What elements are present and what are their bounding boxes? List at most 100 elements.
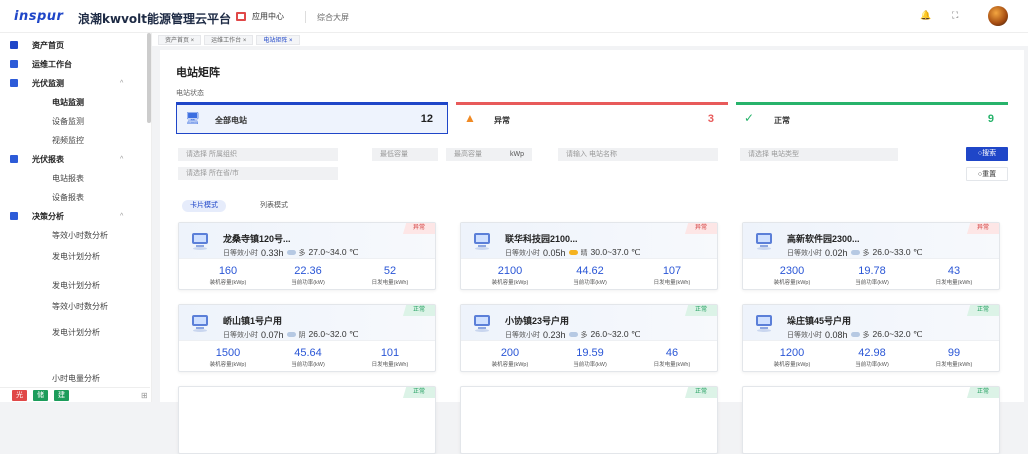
org-select[interactable]: 请选择 所属组织: [178, 148, 338, 161]
sidebar-item-label: 等效小时数分析: [52, 301, 108, 311]
metric-value: 200: [500, 347, 520, 359]
weather-icon: [286, 332, 296, 337]
sidebar-item-label: 视频监控: [52, 135, 84, 145]
station-card[interactable]: 联华科技园2100... 异常 日等效小时 0.05h 晴 30.0~37.0 ℃ 2100…: [460, 222, 718, 290]
station-card[interactable]: 小协镇23号户用 正常 日等效小时 0.23h 多 26.0~32.0 ℃ 200 装机容量(…: [460, 304, 718, 372]
stat-all[interactable]: 🖥 全部电站 12: [176, 102, 448, 134]
station-name[interactable]: 龙桑寺镇120号...: [223, 232, 291, 245]
fullscreen-icon[interactable]: ⛶: [952, 10, 958, 21]
station-card[interactable]: 正常: [742, 386, 1000, 454]
metric-power: 42.98 当前功率(kW): [837, 347, 907, 368]
max-capacity-input[interactable]: 最高容量: [446, 148, 506, 161]
station-card[interactable]: 高新软件园2300... 异常 日等效小时 0.02h 多 26.0~33.0 ℃ 2300…: [742, 222, 1000, 290]
metric-label: 当前功率(kW): [291, 280, 325, 286]
sidebar-item-label: 设备监测: [52, 116, 84, 126]
region-select[interactable]: 请选择 所在省/市: [178, 167, 338, 180]
equivalent-hours: 日等效小时 0.07h 阴 26.0~32.0 ℃: [223, 329, 359, 340]
energy-type-badge[interactable]: 建: [54, 389, 69, 401]
sidebar-item-label: 决策分析: [32, 211, 64, 221]
tab-0[interactable]: 资产首页 ×: [158, 34, 202, 45]
sidebar-item-label: 电站监测: [52, 97, 84, 107]
list-mode-tab[interactable]: 列表模式: [252, 200, 296, 212]
station-status-badge: 正常: [966, 387, 999, 398]
top-header: inspur 浪潮kwvolt能源管理云平台 应用中心 综合大屏 🔔 ⛶: [0, 0, 1028, 33]
station-name[interactable]: 垛庄镇45号户用: [787, 314, 851, 327]
menu-icon[interactable]: ⊞: [141, 391, 148, 400]
station-name[interactable]: 高新软件园2300...: [787, 232, 860, 245]
card-mode-tab[interactable]: 卡片模式: [182, 200, 226, 212]
sidebar-item-8[interactable]: 设备报表: [0, 188, 150, 206]
sidebar-item-2[interactable]: 光伏监测 ^: [0, 74, 150, 92]
station-card[interactable]: 正常: [178, 386, 436, 454]
energy-type-badge[interactable]: 储: [33, 389, 48, 401]
station-name[interactable]: 小协镇23号户用: [505, 314, 569, 327]
station-card[interactable]: 龙桑寺镇120号... 异常 日等效小时 0.33h 多 27.0~34.0 ℃ 160 装机…: [178, 222, 436, 290]
sidebar-item-4[interactable]: 设备监测: [0, 112, 150, 130]
station-card[interactable]: 垛庄镇45号户用 正常 日等效小时 0.08h 多 26.0~32.0 ℃ 1200 装机容量…: [742, 304, 1000, 372]
analysis-icon: [10, 212, 18, 220]
sidebar-item-11[interactable]: 发电计划分析: [0, 247, 150, 265]
equivalent-hours: 日等效小时 0.23h 多 26.0~32.0 ℃: [505, 329, 641, 340]
station-icon: [191, 230, 209, 250]
sidebar-item-15[interactable]: 小时电量分析: [0, 369, 150, 387]
app-center-icon: [236, 12, 246, 21]
energy-type-badge[interactable]: 光: [12, 389, 27, 401]
hours-value: 0.05h: [543, 247, 566, 258]
report-icon: [10, 155, 18, 163]
big-screen-link[interactable]: 综合大屏: [317, 12, 349, 23]
min-capacity-input[interactable]: 最低容量: [372, 148, 438, 161]
sidebar-item-6[interactable]: 光伏报表 ^: [0, 150, 150, 168]
sidebar-item-3[interactable]: 电站监测: [0, 93, 150, 111]
sidebar-item-12[interactable]: 发电计划分析: [0, 276, 150, 294]
sidebar-item-5[interactable]: 视频监控: [0, 131, 150, 149]
station-name[interactable]: 峤山镇1号户用: [223, 314, 282, 327]
sidebar-item-0[interactable]: 资产首页: [0, 36, 150, 54]
app-center-button[interactable]: 应用中心: [236, 11, 284, 22]
stat-normal[interactable]: ✓ 正常 9: [736, 102, 1008, 134]
sidebar-item-label: 光伏报表: [32, 154, 64, 164]
sidebar-item-label: 设备报表: [52, 192, 84, 202]
reset-button[interactable]: ○重置: [966, 167, 1008, 181]
sidebar-item-14[interactable]: 发电计划分析: [0, 323, 150, 341]
chevron-up-icon[interactable]: ^: [120, 156, 123, 163]
chevron-up-icon[interactable]: ^: [120, 213, 123, 220]
temperature-range: 26.0~32.0 ℃: [590, 329, 641, 339]
station-icon: [191, 312, 209, 332]
station-card[interactable]: 正常: [460, 386, 718, 454]
hours-label: 日等效小时: [787, 249, 822, 257]
avatar[interactable]: [988, 6, 1008, 26]
metric-label: 日发电量(kWh): [935, 280, 973, 286]
metric-power: 19.78 当前功率(kW): [837, 265, 907, 286]
metric-capacity: 2100 装机容量(kWp): [475, 265, 545, 286]
tab-2[interactable]: 电站矩阵 ×: [256, 34, 300, 45]
station-name-input[interactable]: 请输入 电站名称: [558, 148, 718, 161]
capacity-unit: kWp: [502, 148, 532, 161]
stat-label: 全部电站: [215, 116, 247, 125]
tab-1[interactable]: 运维工作台 ×: [204, 34, 254, 45]
sidebar-item-9[interactable]: 决策分析 ^: [0, 207, 150, 225]
metric-label: 日发电量(kWh): [371, 362, 409, 368]
temperature-range: 27.0~34.0 ℃: [308, 247, 359, 257]
sidebar-item-label: 电站报表: [52, 173, 84, 183]
chevron-up-icon[interactable]: ^: [120, 80, 123, 87]
metric-value: 99: [947, 347, 961, 359]
bell-icon[interactable]: 🔔: [920, 10, 931, 21]
station-card[interactable]: 峤山镇1号户用 正常 日等效小时 0.07h 阴 26.0~32.0 ℃ 1500 装机容量(…: [178, 304, 436, 372]
sidebar-item-10[interactable]: 等效小时数分析: [0, 226, 150, 244]
station-name[interactable]: 联华科技园2100...: [505, 232, 578, 245]
metric-energy: 43 日发电量(kWh): [919, 265, 989, 286]
stat-label: 正常: [774, 116, 790, 125]
stat-abnormal[interactable]: ▲ 异常 3: [456, 102, 728, 134]
search-button[interactable]: ○搜索: [966, 147, 1008, 161]
metric-value: 2300: [779, 265, 805, 277]
hours-label: 日等效小时: [505, 331, 540, 339]
sidebar-item-13[interactable]: 等效小时数分析: [0, 297, 150, 315]
metric-capacity: 1500 装机容量(kWp): [193, 347, 263, 368]
page-title: 电站矩阵: [176, 67, 220, 79]
sidebar-item-1[interactable]: 运维工作台: [0, 55, 150, 73]
metric-value: 101: [380, 347, 400, 359]
sidebar-item-7[interactable]: 电站报表: [0, 169, 150, 187]
inspur-logo[interactable]: inspur: [14, 9, 63, 24]
station-type-select[interactable]: 请选择 电站类型: [740, 148, 898, 161]
metric-capacity: 160 装机容量(kWp): [193, 265, 263, 286]
